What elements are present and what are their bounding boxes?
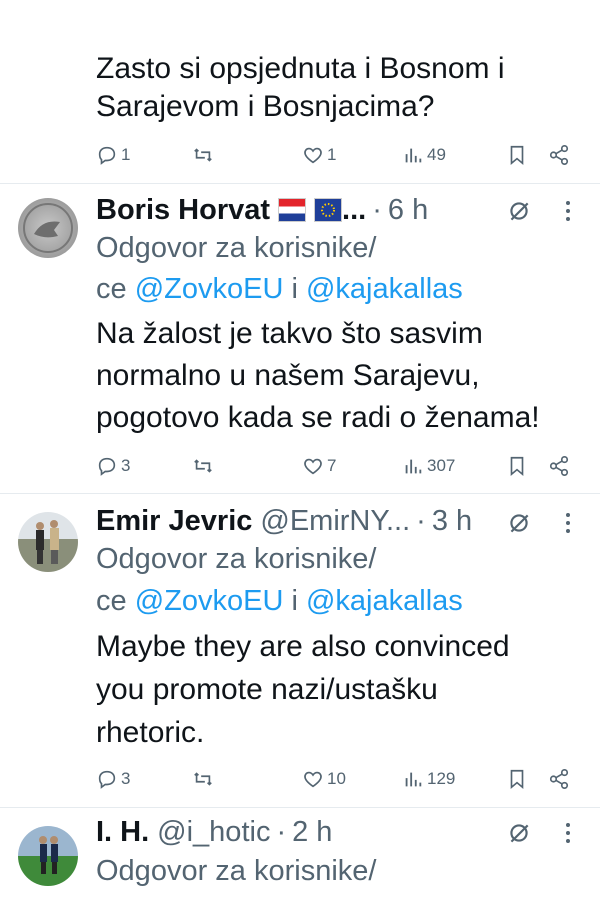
timestamp[interactable]: 3 h xyxy=(432,501,472,541)
tweet-header: Emir Jevric @EmirNY... · 3 h xyxy=(96,501,472,541)
like-button[interactable]: 1 xyxy=(302,140,336,170)
views-count: 129 xyxy=(427,769,456,788)
like-icon xyxy=(304,147,322,164)
tweet-0[interactable]: Zasto si opsjednuta i Bosnom i Sarajevom… xyxy=(0,0,600,183)
tweet-header: Boris Horvat ... · 6 h xyxy=(96,190,428,230)
grok-icon[interactable] xyxy=(506,820,532,846)
timestamp[interactable]: 6 h xyxy=(388,190,428,230)
reply-context: Odgovor za korisnike/ xyxy=(96,855,377,887)
share-icon xyxy=(549,456,569,476)
like-icon xyxy=(304,458,322,475)
share-button[interactable] xyxy=(548,764,573,794)
retweet-button[interactable] xyxy=(192,451,217,481)
reply-button[interactable]: 3 xyxy=(96,764,130,794)
reply-button[interactable]: 1 xyxy=(96,140,130,170)
tweet-text-line: Sarajevom i Bosnjacima? xyxy=(96,90,435,123)
like-count: 10 xyxy=(327,769,346,788)
share-icon xyxy=(549,769,569,789)
reply-icon xyxy=(98,146,116,165)
retweet-icon xyxy=(194,148,212,162)
tweet-header: I. H. @i_hotic · 2 h xyxy=(96,812,332,852)
views-icon xyxy=(405,148,422,163)
tweet-text-line: Na žalost je takvo što sasvim xyxy=(96,317,483,350)
bookmark-button[interactable] xyxy=(506,764,531,794)
bookmark-icon xyxy=(510,145,524,166)
retweet-button[interactable] xyxy=(192,140,217,170)
like-button[interactable]: 10 xyxy=(302,764,346,794)
mention-link[interactable]: @ZovkoEU xyxy=(135,273,284,305)
reply-button[interactable]: 3 xyxy=(96,451,130,481)
reply-count: 1 xyxy=(121,145,131,164)
action-bar: 3 10 129 xyxy=(96,764,576,794)
more-icon[interactable] xyxy=(565,512,571,534)
more-icon[interactable] xyxy=(565,822,571,844)
tweet-text-line: normalno u našem Sarajevu, xyxy=(96,359,480,392)
mention-link[interactable]: @kajakallas xyxy=(306,273,463,305)
bookmark-icon xyxy=(510,769,524,790)
views-count: 49 xyxy=(427,145,446,164)
tweet-text-line: Maybe they are also convinced xyxy=(96,630,510,663)
share-icon xyxy=(549,145,569,165)
bookmark-button[interactable] xyxy=(506,451,531,481)
views-button[interactable]: 129 xyxy=(402,764,455,794)
bookmark-button[interactable] xyxy=(506,140,531,170)
views-icon xyxy=(405,772,422,787)
author-name[interactable]: Boris Horvat xyxy=(96,190,270,230)
tweet-text-line: pogotovo kada se radi o ženama! xyxy=(96,401,540,434)
retweet-icon xyxy=(194,459,212,473)
more-icon[interactable] xyxy=(565,200,571,222)
reply-icon xyxy=(98,457,116,476)
author-handle[interactable]: @i_hotic xyxy=(157,812,270,852)
views-icon xyxy=(405,459,422,474)
like-count: 1 xyxy=(327,145,337,164)
eu-flag-icon xyxy=(314,198,343,222)
like-icon xyxy=(304,771,322,788)
avatar[interactable] xyxy=(18,826,78,886)
retweet-button[interactable] xyxy=(192,764,217,794)
author-name[interactable]: Emir Jevric xyxy=(96,501,252,541)
avatar[interactable] xyxy=(18,512,78,572)
bookmark-icon xyxy=(510,456,524,477)
reply-context-mentions: ce @ZovkoEU i @kajakallas xyxy=(96,585,463,617)
action-bar: 3 7 307 xyxy=(96,451,576,481)
tweet-text-line: Zasto si opsjednuta i Bosnom i xyxy=(96,52,505,85)
author-handle[interactable]: @EmirNY... xyxy=(260,501,410,541)
reply-context: Odgovor za korisnike/ xyxy=(96,232,377,264)
tweet-text-line: you promote nazi/ustašku xyxy=(96,673,438,706)
grok-icon[interactable] xyxy=(506,510,532,536)
share-button[interactable] xyxy=(548,140,573,170)
tweet-2[interactable]: Emir Jevric @EmirNY... · 3 h Odgovor za … xyxy=(0,494,600,807)
views-count: 307 xyxy=(427,456,456,475)
author-name[interactable]: I. H. xyxy=(96,812,149,852)
share-button[interactable] xyxy=(548,451,573,481)
timestamp[interactable]: 2 h xyxy=(292,812,332,852)
tweet-1[interactable]: Boris Horvat ... · 6 h Odgovor za korisn… xyxy=(0,184,600,493)
views-button[interactable]: 307 xyxy=(402,451,455,481)
views-button[interactable]: 49 xyxy=(402,140,446,170)
avatar[interactable] xyxy=(18,198,78,258)
croatia-flag-icon xyxy=(278,198,307,222)
reply-icon xyxy=(98,770,116,789)
retweet-icon xyxy=(194,772,212,786)
like-count: 7 xyxy=(327,456,337,475)
grok-icon[interactable] xyxy=(506,198,532,224)
tweet-text-line: rhetoric. xyxy=(96,716,205,749)
reply-count: 3 xyxy=(121,769,131,788)
reply-context-mentions: ce @ZovkoEU i @kajakallas xyxy=(96,273,463,305)
like-button[interactable]: 7 xyxy=(302,451,336,481)
tweet-3[interactable]: I. H. @i_hotic · 2 h Odgovor za korisnik… xyxy=(0,808,600,900)
mention-link[interactable]: @kajakallas xyxy=(306,585,463,617)
mention-link[interactable]: @ZovkoEU xyxy=(135,585,284,617)
reply-count: 3 xyxy=(121,456,131,475)
action-bar: 1 1 49 xyxy=(96,140,576,170)
reply-context: Odgovor za korisnike/ xyxy=(96,543,377,575)
author-name-ellipsis: ... xyxy=(342,194,367,226)
